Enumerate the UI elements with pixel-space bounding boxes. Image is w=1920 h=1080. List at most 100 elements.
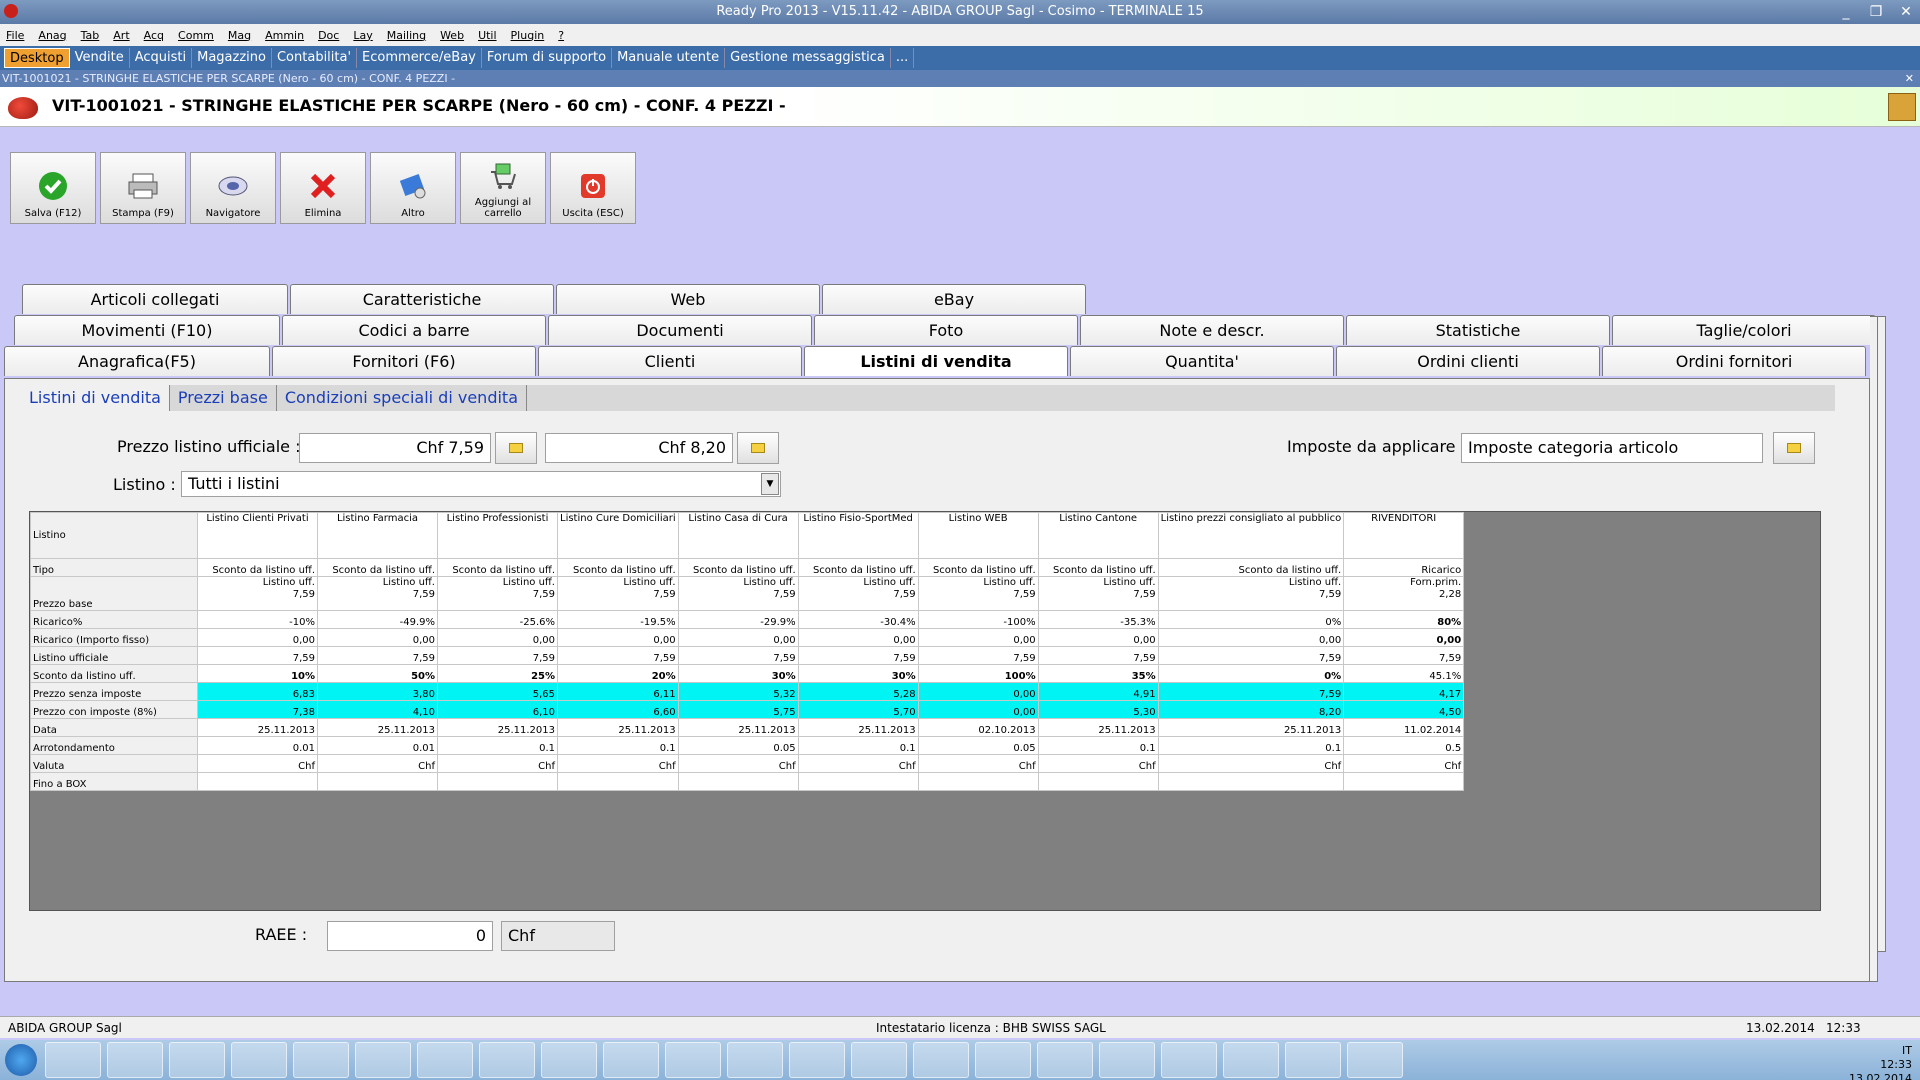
subtab-condizioni-speciali[interactable]: Condizioni speciali di vendita (277, 385, 527, 411)
grid-cell[interactable]: Listino uff. 7,59 (197, 576, 318, 611)
prezzo-con-imposte-field[interactable]: Chf 8,20 (545, 433, 733, 463)
grid-cell[interactable]: 7,59 (677, 646, 799, 665)
grid-cell[interactable]: 0.1 (437, 736, 558, 755)
grid-cell[interactable]: Ricarico (1343, 558, 1465, 577)
grid-cell[interactable]: 5,65 (437, 682, 558, 701)
menu-util[interactable]: Util (478, 29, 496, 42)
grid-cell[interactable]: 5,70 (797, 700, 919, 719)
grid-cell[interactable]: 02.10.2013 (917, 718, 1039, 737)
grid-cell[interactable]: 7,59 (317, 646, 438, 665)
grid-cell[interactable]: 0.05 (677, 736, 799, 755)
grid-cell[interactable]: 0,00 (557, 628, 679, 647)
listino-select[interactable]: Tutti i listini (181, 471, 781, 497)
tab-fornitori[interactable]: Fornitori (F6) (272, 346, 536, 376)
grid-cell[interactable] (1157, 772, 1345, 791)
tab-foto[interactable]: Foto (814, 315, 1078, 345)
grid-cell[interactable]: 80% (1343, 610, 1465, 629)
quicktab-vendite[interactable]: Vendite (70, 48, 130, 68)
grid-cell[interactable]: Listino uff. 7,59 (557, 576, 679, 611)
grid-cell[interactable]: 4,91 (1037, 682, 1159, 701)
tab-documenti[interactable]: Documenti (548, 315, 812, 345)
grid-cell[interactable]: -35.3% (1037, 610, 1159, 629)
taskbar-app-fx-icon[interactable] (913, 1042, 969, 1078)
start-button[interactable] (0, 1040, 42, 1080)
column-header[interactable]: Listino Farmacia (317, 512, 438, 559)
grid-cell[interactable]: Chf (677, 754, 799, 773)
grid-cell[interactable]: Listino uff. 7,59 (317, 576, 438, 611)
grid-cell[interactable]: Sconto da listino uff. (1037, 558, 1159, 577)
taskbar-app-gimp-icon[interactable] (665, 1042, 721, 1078)
grid-cell[interactable]: 50% (317, 664, 438, 683)
grid-cell[interactable]: 0.05 (917, 736, 1039, 755)
grid-cell[interactable]: Sconto da listino uff. (677, 558, 799, 577)
grid-cell[interactable]: 7,59 (1157, 646, 1345, 665)
tab-ordini-clienti[interactable]: Ordini clienti (1336, 346, 1600, 376)
tab-caratteristiche[interactable]: Caratteristiche (290, 284, 554, 314)
tab-movimenti[interactable]: Movimenti (F10) (14, 315, 280, 345)
grid-cell[interactable]: 0% (1157, 610, 1345, 629)
exit-button[interactable]: Uscita (ESC) (550, 152, 636, 224)
grid-cell[interactable]: Chf (797, 754, 919, 773)
grid-cell[interactable] (197, 772, 318, 791)
grid-cell[interactable]: 8,20 (1157, 700, 1345, 719)
grid-cell[interactable]: Sconto da listino uff. (917, 558, 1039, 577)
grid-cell[interactable]: Chf (437, 754, 558, 773)
quicktab-manuale[interactable]: Manuale utente (612, 48, 726, 68)
grid-cell[interactable]: 7,59 (1037, 646, 1159, 665)
column-header[interactable]: Listino Casa di Cura (677, 512, 799, 559)
menu-mailing[interactable]: Mailing (387, 29, 426, 42)
taskbar-app-XL-icon[interactable] (355, 1042, 411, 1078)
prezzo-listino-browse-button[interactable] (495, 432, 537, 464)
taskbar-app-tool-icon[interactable] (231, 1042, 287, 1078)
taskbar-app-pen-icon[interactable] (1347, 1042, 1403, 1078)
taskbar-app-PM-icon[interactable] (541, 1042, 597, 1078)
taskbar-app-sky-icon[interactable] (1285, 1042, 1341, 1078)
grid-cell[interactable]: Sconto da listino uff. (797, 558, 919, 577)
grid-cell[interactable]: Chf (197, 754, 318, 773)
taskbar-app-card-icon[interactable] (1161, 1042, 1217, 1078)
navigator-button[interactable]: Navigatore (190, 152, 276, 224)
grid-cell[interactable]: 4,50 (1343, 700, 1465, 719)
grid-cell[interactable]: -100% (917, 610, 1039, 629)
grid-cell[interactable]: Chf (1343, 754, 1465, 773)
tab-quantita[interactable]: Quantita' (1070, 346, 1334, 376)
menu-tab[interactable]: Tab (81, 29, 100, 42)
grid-cell[interactable]: 0,00 (317, 628, 438, 647)
grid-cell[interactable]: -30.4% (797, 610, 919, 629)
menu-ammin[interactable]: Ammin (265, 29, 304, 42)
tab-statistiche[interactable]: Statistiche (1346, 315, 1610, 345)
menu-acq[interactable]: Acq (144, 29, 164, 42)
menu-anag[interactable]: Anag (38, 29, 66, 42)
menu-file[interactable]: File (6, 29, 24, 42)
grid-cell[interactable]: Listino uff. 7,59 (1157, 576, 1345, 611)
grid-cell[interactable]: 0.1 (1157, 736, 1345, 755)
grid-cell[interactable]: Forn.prim. 2,28 (1343, 576, 1465, 611)
tray-lang[interactable]: IT (1849, 1044, 1912, 1058)
taskbar-app-pic-icon[interactable] (603, 1042, 659, 1078)
grid-cell[interactable]: Listino uff. 7,59 (677, 576, 799, 611)
grid-cell[interactable]: 4,10 (317, 700, 438, 719)
grid-cell[interactable]: Sconto da listino uff. (557, 558, 679, 577)
prezzo-listino-field[interactable]: Chf 7,59 (299, 433, 491, 463)
tray-date[interactable]: 13.02.2014 (1849, 1072, 1912, 1080)
grid-cell[interactable] (557, 772, 679, 791)
menu-doc[interactable]: Doc (318, 29, 339, 42)
grid-cell[interactable]: 25.11.2013 (1037, 718, 1159, 737)
grid-cell[interactable]: 0,00 (1037, 628, 1159, 647)
grid-cell[interactable]: Chf (317, 754, 438, 773)
grid-cell[interactable]: 0,00 (797, 628, 919, 647)
imposte-field[interactable]: Imposte categoria articolo (1461, 433, 1763, 463)
quicktab-ecommerce[interactable]: Ecommerce/eBay (357, 48, 482, 68)
save-button[interactable]: Salva (F12) (10, 152, 96, 224)
quicktab-contabilita[interactable]: Contabilita' (272, 48, 358, 68)
tray-clock[interactable]: 12:33 (1849, 1058, 1912, 1072)
grid-cell[interactable]: 0,00 (917, 628, 1039, 647)
grid-cell[interactable]: 25.11.2013 (197, 718, 318, 737)
column-header[interactable]: RIVENDITORI (1343, 512, 1465, 559)
grid-cell[interactable]: 7,59 (197, 646, 318, 665)
taskbar-app-chr-icon[interactable] (1037, 1042, 1093, 1078)
grid-cell[interactable]: 25.11.2013 (797, 718, 919, 737)
tab-codici-a-barre[interactable]: Codici a barre (282, 315, 546, 345)
menu-help[interactable]: ? (558, 29, 564, 42)
grid-cell[interactable]: 0.01 (197, 736, 318, 755)
